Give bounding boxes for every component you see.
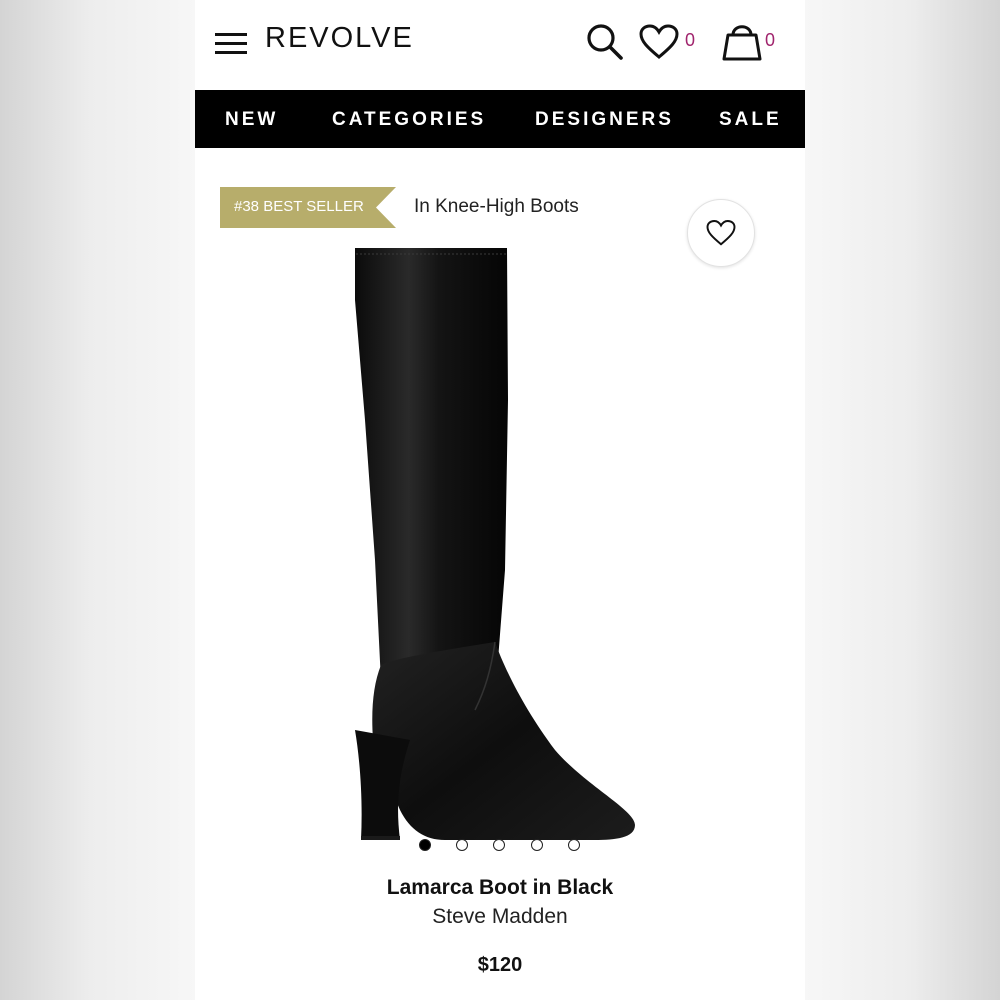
product-image-knee-high-boot[interactable] [195,240,805,840]
nav-designers[interactable]: DESIGNERS [535,109,674,131]
best-seller-badge: #38 BEST SELLER [220,187,396,228]
carousel-dot[interactable] [456,839,468,851]
best-seller-label: #38 BEST SELLER [234,198,364,215]
nav-new[interactable]: NEW [225,109,278,131]
nav-categories[interactable]: CATEGORIES [332,109,486,131]
shopping-bag-icon[interactable] [722,20,762,62]
category-nav: NEW CATEGORIES DESIGNERS SALE [195,90,805,148]
carousel-dot[interactable] [419,839,431,851]
wishlist-count: 0 [685,30,696,50]
hamburger-menu-icon[interactable] [215,33,247,55]
product-name: Lamarca Boot in Black [386,876,614,899]
carousel-dot[interactable] [568,839,580,851]
wishlist-heart-icon[interactable] [639,24,679,60]
site-header: REVOLVE 0 0 [195,0,805,90]
carousel-dot[interactable] [531,839,543,851]
best-seller-category-link[interactable]: In Knee-High Boots [414,196,579,218]
search-icon[interactable] [585,22,625,62]
product-brand-link[interactable]: Steve Madden [195,905,805,929]
carousel-dot[interactable] [493,839,505,851]
image-carousel-dots [419,839,589,853]
product-page: REVOLVE 0 0 NEW CATEGORIES DESIGNERS SAL… [195,0,805,1000]
revolve-logo[interactable]: REVOLVE [265,22,414,55]
nav-sale[interactable]: SALE [719,109,782,131]
product-price: $120 [477,954,523,976]
bag-count: 0 [765,30,776,50]
